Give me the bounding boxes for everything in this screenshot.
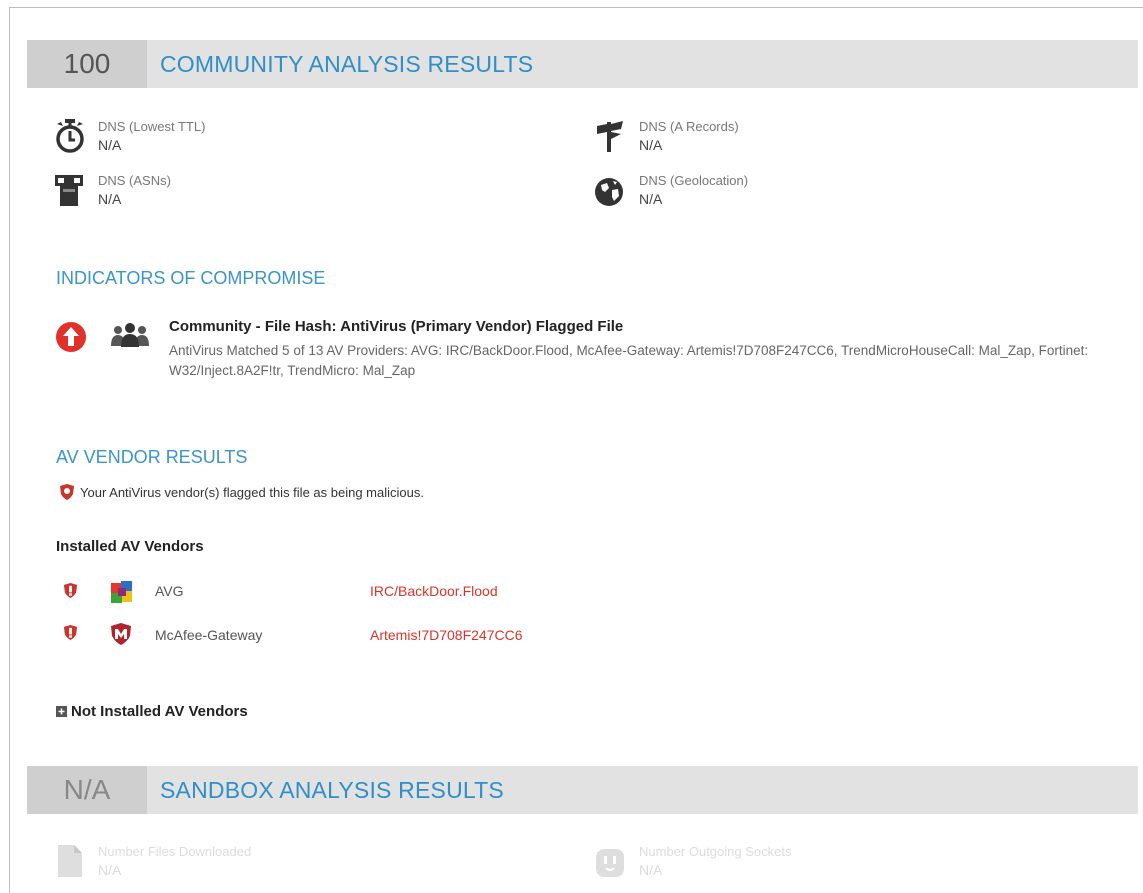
stat-label: DNS (A Records) bbox=[639, 119, 739, 134]
ioc-description: AntiVirus Matched 5 of 13 AV Providers: … bbox=[169, 343, 1089, 378]
stopwatch-icon bbox=[56, 119, 84, 153]
socket-icon bbox=[596, 849, 624, 877]
expand-plus-icon[interactable] bbox=[56, 706, 67, 717]
sandbox-score: N/A bbox=[27, 766, 147, 814]
not-installed-av-label: Not Installed AV Vendors bbox=[71, 703, 248, 720]
not-installed-av-toggle[interactable]: Not Installed AV Vendors bbox=[56, 703, 248, 720]
avg-logo-icon bbox=[111, 581, 132, 603]
stat-label: Number Outgoing Sockets bbox=[639, 844, 792, 859]
av-flagged-message: Your AntiVirus vendor(s) flagged this fi… bbox=[80, 485, 424, 500]
stat-dns-a-records: DNS (A Records) N/A bbox=[593, 118, 739, 155]
vendor-result-mcafee: Artemis!7D708F247CC6 bbox=[370, 627, 523, 643]
globe-icon bbox=[595, 178, 623, 206]
stat-value: N/A bbox=[98, 137, 122, 153]
stat-dns-lowest-ttl: DNS (Lowest TTL) N/A bbox=[52, 118, 205, 155]
stat-label: DNS (ASNs) bbox=[98, 173, 171, 188]
mcafee-logo-icon bbox=[111, 623, 131, 645]
ioc-heading: INDICATORS OF COMPROMISE bbox=[56, 268, 326, 288]
severity-up-arrow-icon bbox=[56, 322, 86, 352]
stat-value: N/A bbox=[98, 191, 122, 207]
stat-value: N/A bbox=[639, 137, 663, 153]
av-vendor-heading: AV VENDOR RESULTS bbox=[56, 447, 248, 467]
installed-av-heading: Installed AV Vendors bbox=[56, 538, 204, 555]
server-icon bbox=[55, 175, 83, 206]
file-icon bbox=[58, 845, 82, 877]
stat-label: Number Files Downloaded bbox=[98, 844, 252, 859]
flagged-shield-icon bbox=[60, 484, 74, 500]
ioc-title: Community - File Hash: AntiVirus (Primar… bbox=[169, 318, 624, 335]
signpost-icon bbox=[597, 121, 623, 152]
community-section-header: 100 COMMUNITY ANALYSIS RESULTS bbox=[27, 40, 1138, 88]
stat-files-downloaded: Number Files Downloaded N/A bbox=[52, 843, 251, 880]
community-section-title: COMMUNITY ANALYSIS RESULTS bbox=[160, 50, 534, 77]
vendor-name-avg: AVG bbox=[155, 583, 184, 599]
stat-dns-geolocation: DNS (Geolocation) N/A bbox=[593, 172, 748, 209]
vendor-shield-icon bbox=[63, 625, 78, 640]
stat-outgoing-sockets: Number Outgoing Sockets N/A bbox=[593, 843, 791, 880]
sandbox-section-title: SANDBOX ANALYSIS RESULTS bbox=[160, 776, 504, 803]
stat-dns-asns: DNS (ASNs) N/A bbox=[52, 172, 171, 209]
stat-value: N/A bbox=[639, 862, 663, 878]
community-group-icon bbox=[111, 323, 149, 347]
stat-value: N/A bbox=[98, 862, 122, 878]
vendor-result-avg: IRC/BackDoor.Flood bbox=[370, 583, 498, 599]
vendor-name-mcafee: McAfee-Gateway bbox=[155, 627, 263, 643]
stat-value: N/A bbox=[639, 191, 663, 207]
sandbox-section-header: N/A SANDBOX ANALYSIS RESULTS bbox=[27, 766, 1138, 814]
vendor-shield-icon bbox=[63, 583, 78, 598]
community-score: 100 bbox=[27, 40, 147, 88]
stat-label: DNS (Geolocation) bbox=[639, 173, 749, 188]
stat-label: DNS (Lowest TTL) bbox=[98, 119, 206, 134]
